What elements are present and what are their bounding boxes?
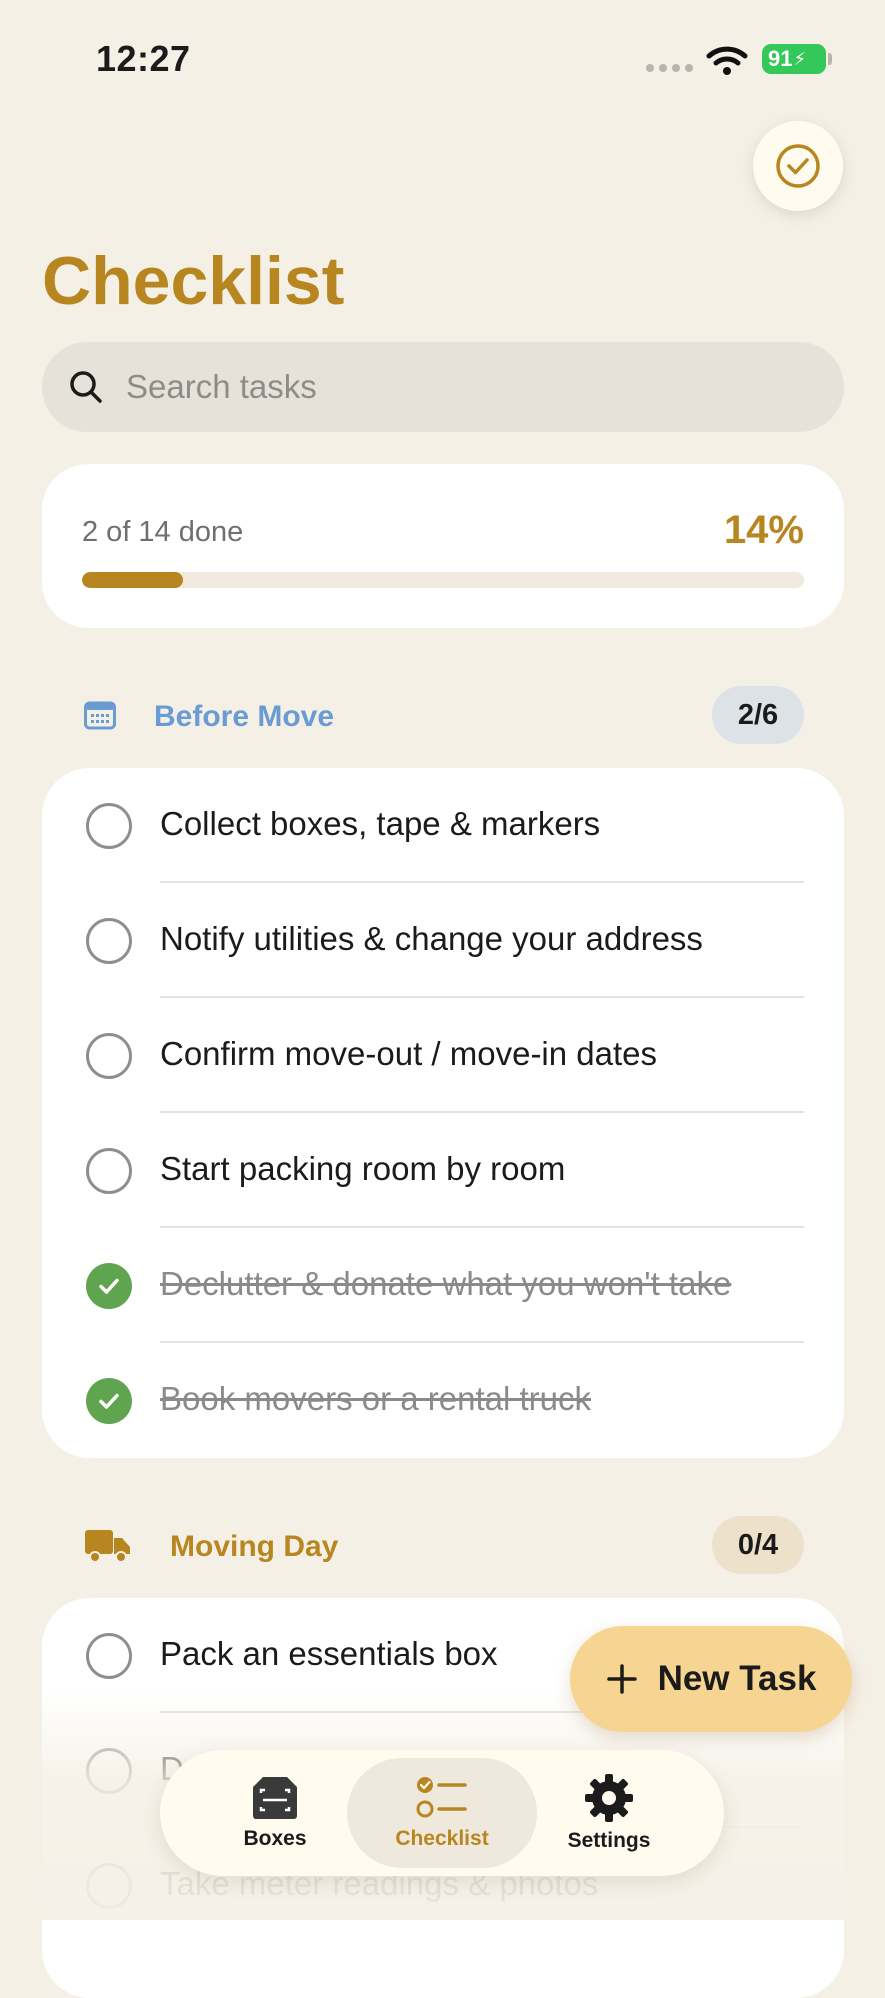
- task-list-before-move: Collect boxes, tape & markers Notify uti…: [42, 768, 844, 1458]
- task-row[interactable]: Declutter & donate what you won't take: [42, 1228, 844, 1343]
- status-bar: 12:27 91 ⚡: [0, 0, 885, 120]
- page-title: Checklist: [42, 243, 345, 319]
- tab-label: Settings: [567, 1829, 651, 1852]
- check-circle-icon: [776, 144, 820, 188]
- tab-boxes[interactable]: Boxes: [180, 1758, 370, 1868]
- task-label: Start packing room by room: [160, 1150, 566, 1187]
- tab-label: Boxes: [243, 1827, 307, 1850]
- task-label: Pack an essentials box: [160, 1635, 498, 1672]
- task-label: Confirm move-out / move-in dates: [160, 1035, 658, 1072]
- section-header-before-move[interactable]: Before Move 2/6: [42, 686, 844, 746]
- task-row[interactable]: Confirm move-out / move-in dates: [42, 998, 844, 1113]
- search-bar[interactable]: [42, 342, 844, 432]
- task-label: Notify utilities & change your address: [160, 920, 703, 957]
- new-task-button[interactable]: New Task: [570, 1626, 852, 1732]
- complete-all-button[interactable]: [753, 121, 843, 211]
- task-checkbox-checked[interactable]: [86, 1263, 132, 1309]
- status-time: 12:27: [96, 38, 191, 79]
- box-scan-icon: [253, 1777, 297, 1819]
- task-checkbox[interactable]: [86, 1148, 132, 1194]
- tab-checklist[interactable]: Checklist: [347, 1758, 537, 1868]
- task-row[interactable]: Start packing room by room: [42, 1113, 844, 1228]
- task-checkbox[interactable]: [86, 803, 132, 849]
- charging-bolt-icon: ⚡: [793, 48, 807, 69]
- task-row[interactable]: Notify utilities & change your address: [42, 883, 844, 998]
- calendar-icon: [84, 701, 116, 730]
- battery-level: 91: [768, 46, 793, 71]
- checklist-icon: [416, 1777, 467, 1818]
- search-input[interactable]: [124, 367, 788, 407]
- tab-settings[interactable]: Settings: [514, 1758, 704, 1868]
- progress-summary: 2 of 14 done: [82, 516, 244, 548]
- section-count-badge: 2/6: [712, 686, 804, 744]
- wifi-icon: [706, 46, 748, 75]
- section-header-moving-day[interactable]: Moving Day 0/4: [42, 1516, 844, 1576]
- progress-bar-fill: [82, 572, 184, 588]
- task-checkbox[interactable]: [86, 1863, 132, 1909]
- task-checkbox[interactable]: [86, 1633, 132, 1679]
- task-checkbox[interactable]: [86, 1033, 132, 1079]
- cellular-signal-icon: [646, 64, 693, 72]
- checkmark-icon: [99, 1278, 119, 1294]
- progress-card: 2 of 14 done 14%: [42, 464, 844, 628]
- task-label: Collect boxes, tape & markers: [160, 805, 601, 842]
- search-icon: [70, 371, 102, 403]
- tab-label: Checklist: [395, 1827, 489, 1850]
- gear-icon: [585, 1774, 633, 1822]
- battery-icon: 91 ⚡: [762, 44, 826, 74]
- plus-icon: [606, 1664, 637, 1694]
- progress-bar: [82, 572, 804, 588]
- checkmark-icon: [99, 1393, 119, 1409]
- task-checkbox[interactable]: [86, 918, 132, 964]
- task-checkbox-checked[interactable]: [86, 1378, 132, 1424]
- section-count-badge: 0/4: [712, 1516, 804, 1574]
- tab-bar: Boxes Checklist Settings: [160, 1750, 724, 1876]
- truck-icon: [85, 1530, 130, 1563]
- task-label: Book movers or a rental truck: [160, 1380, 591, 1417]
- new-task-label: New Task: [657, 1659, 817, 1698]
- battery-nub: [828, 53, 832, 65]
- task-row[interactable]: Collect boxes, tape & markers: [42, 768, 844, 883]
- section-title: Moving Day: [170, 1530, 339, 1563]
- task-checkbox[interactable]: [86, 1748, 132, 1794]
- section-title: Before Move: [154, 700, 335, 733]
- task-label: Declutter & donate what you won't take: [160, 1265, 732, 1302]
- progress-percent: 14%: [723, 508, 804, 552]
- task-row[interactable]: Book movers or a rental truck: [42, 1343, 844, 1458]
